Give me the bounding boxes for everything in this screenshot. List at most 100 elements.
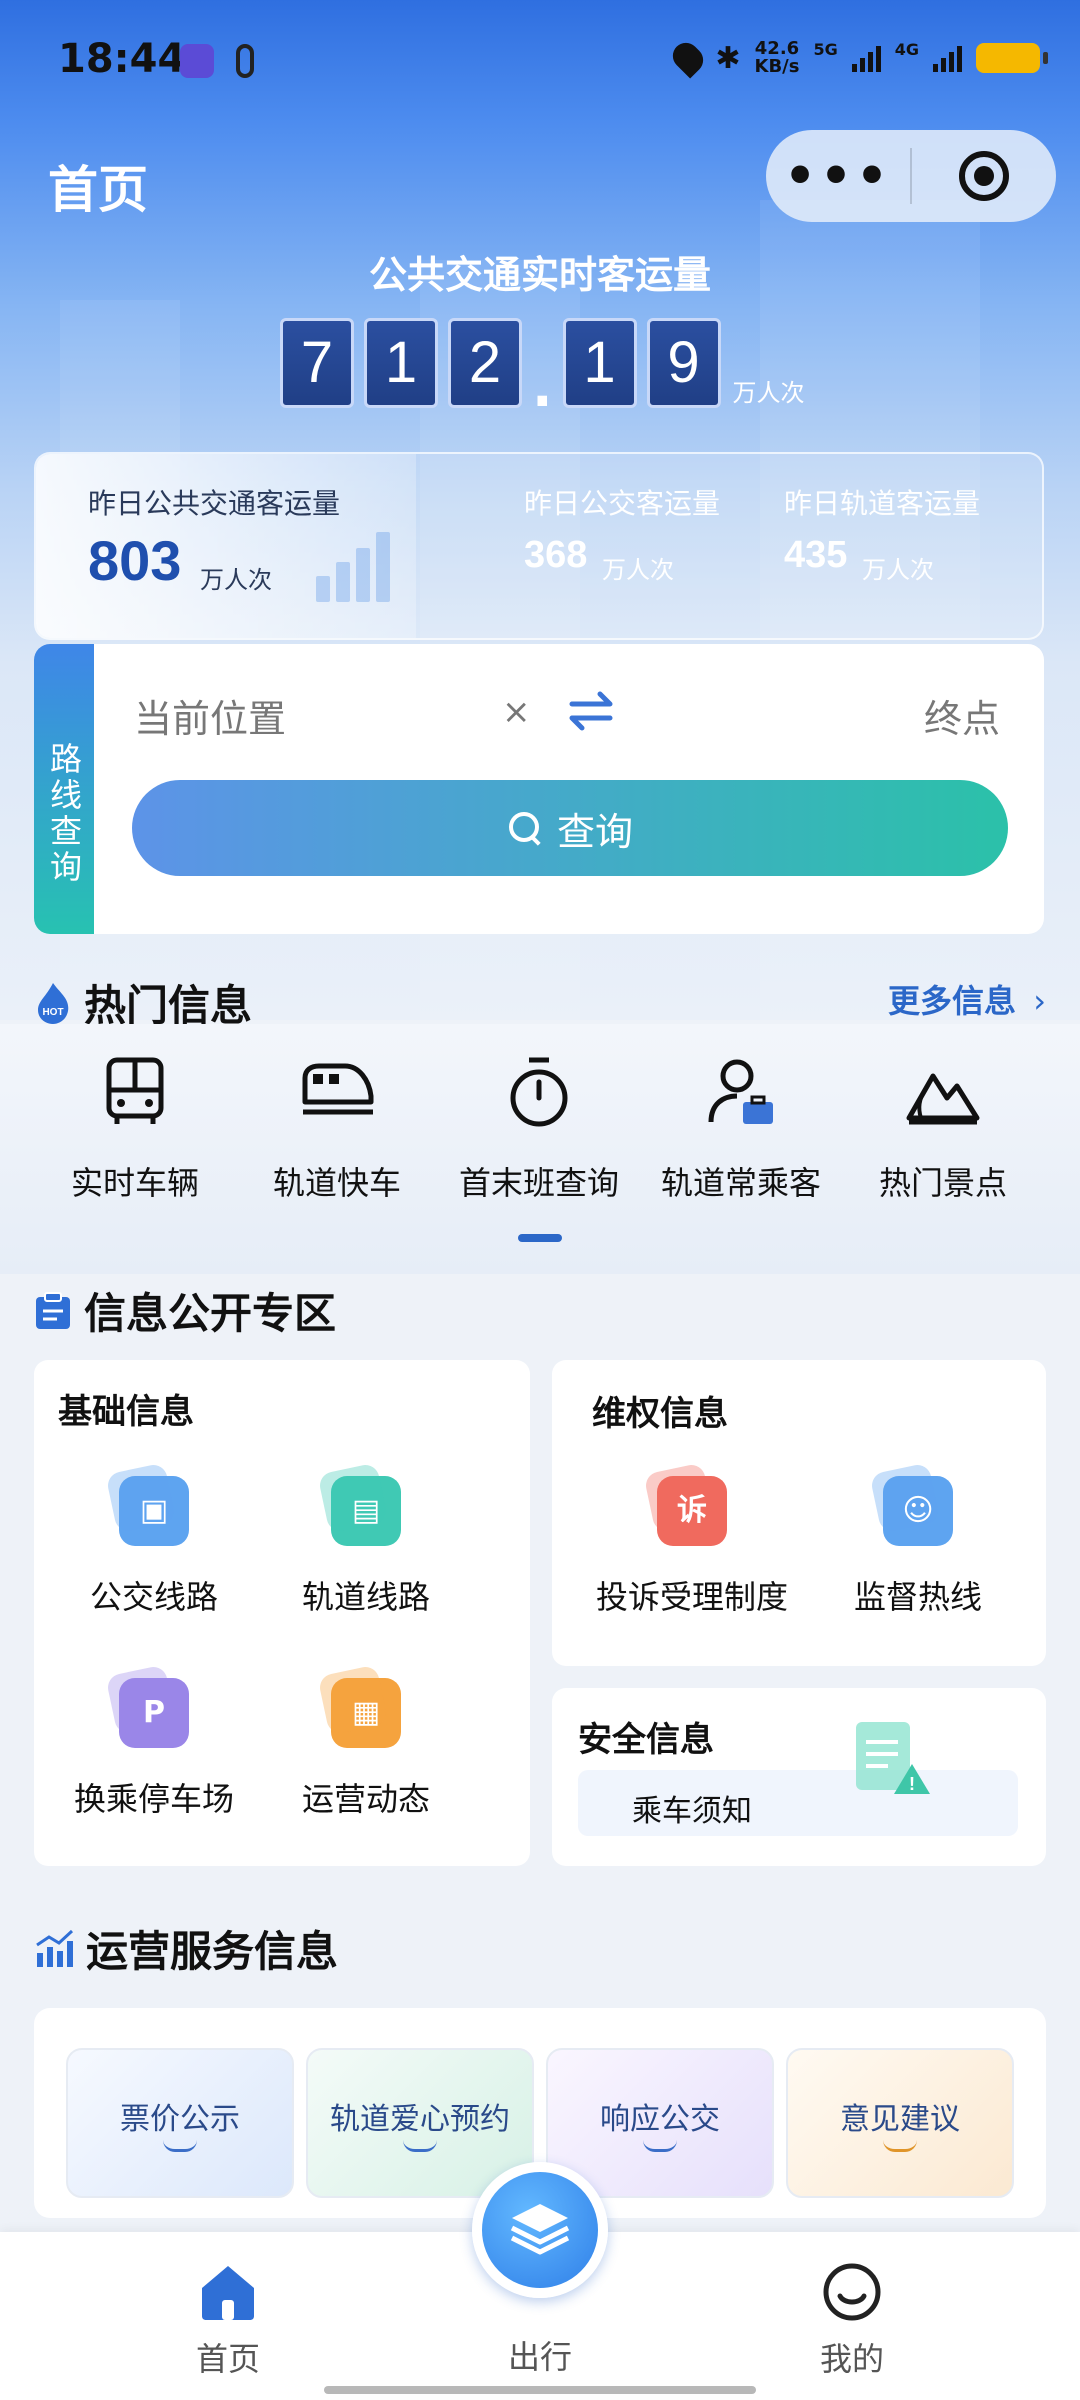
app-notification-icon (180, 44, 214, 78)
realtime-counter: 7 1 2 . 1 9 万人次 (280, 318, 805, 419)
hot-item-label: 实时车辆 (70, 1164, 199, 1202)
tile-label: 运营动态 (301, 1780, 430, 1818)
hot-flame-icon: HOT (38, 982, 69, 1024)
total-value: 803 (88, 529, 182, 592)
hot-item-rail-express[interactable]: 轨道快车 (232, 1052, 442, 1204)
news-icon: ▦ (331, 1678, 401, 1748)
close-miniapp-button[interactable] (912, 151, 1056, 201)
tile-label: 换乘停车场 (73, 1780, 234, 1818)
hot-item-label: 首末班查询 (458, 1164, 619, 1202)
more-info-link[interactable]: 更多信息 › (888, 976, 1046, 1022)
signal-icon-2 (933, 44, 962, 72)
service-title: 运营服务信息 (86, 1927, 339, 1976)
bus-label: 昨日公交客运量 (524, 487, 721, 520)
tile-complaint[interactable]: 诉 投诉受理制度 (572, 1476, 812, 1618)
service-label: 响应公交 (600, 2102, 720, 2137)
tile-hotline[interactable]: ☺ 监督热线 (818, 1476, 1018, 1618)
target-icon (959, 151, 1009, 201)
rail-route-icon: ▤ (331, 1476, 401, 1546)
ride-notice-item[interactable]: 乘车须知 (578, 1770, 1018, 1836)
query-button[interactable]: 查询 (132, 780, 1008, 876)
counter-separator: . (532, 356, 553, 419)
realtime-title: 公共交通实时客运量 (368, 253, 711, 297)
hot-item-realtime-bus[interactable]: 实时车辆 (30, 1052, 240, 1204)
more-info-label: 更多信息 (888, 982, 1017, 1020)
document-warning-icon: ! (856, 1722, 930, 1794)
tab-label: 出行 (507, 2338, 572, 2376)
bus-unit: 万人次 (602, 556, 674, 584)
tile-label: 轨道线路 (301, 1578, 430, 1616)
service-feedback[interactable]: 意见建议 (786, 2048, 1014, 2198)
tile-operation-news[interactable]: ▦ 运营动态 (266, 1678, 466, 1820)
disclosure-section-header: 信息公开专区 (34, 1280, 336, 1341)
origin-field[interactable]: 当前位置 (134, 688, 286, 743)
more-menu-button[interactable]: ••• (766, 151, 910, 201)
net-type-1: 5G (813, 40, 838, 59)
smile-decoration (643, 2140, 677, 2152)
counter-digit: 9 (646, 318, 721, 408)
travel-fab-button[interactable] (472, 2162, 608, 2298)
tile-park-ride[interactable]: P 换乘停车场 (54, 1678, 254, 1820)
bar-chart-icon (36, 1929, 74, 1967)
counter-digit: 2 (448, 318, 522, 408)
basic-info-card: 基础信息 ▣ 公交线路 ▤ 轨道线路 P 换乘停车场 ▦ 运营动态 (34, 1360, 530, 1866)
service-label: 轨道爱心预约 (330, 2102, 510, 2137)
battery-icon (976, 43, 1048, 73)
hot-item-frequent-rider[interactable]: 轨道常乘客 (636, 1052, 846, 1204)
query-label: 查询 (556, 809, 633, 854)
service-fare[interactable]: 票价公示 (66, 2048, 294, 2198)
signal-icon (851, 44, 881, 72)
route-query-tab[interactable]: 路线查询 (34, 644, 94, 934)
park-ride-icon: P (119, 1678, 189, 1748)
layers-icon (510, 2204, 570, 2255)
chevron-right-icon: › (1033, 982, 1046, 1020)
home-icon (202, 2266, 254, 2320)
stopwatch-icon (510, 1057, 568, 1127)
carousel-indicator (518, 1234, 562, 1242)
rights-info-title: 维权信息 (592, 1394, 728, 1434)
net-speed: 42.6 KB/s (754, 38, 800, 77)
clear-origin-button[interactable]: × (502, 692, 531, 732)
status-time: 18:44 (58, 36, 186, 82)
status-icons: ✱ 42.6 KB/s 5G 4G (667, 37, 1048, 79)
train-icon (302, 1063, 374, 1115)
tab-travel[interactable]: 出行 (440, 2324, 640, 2378)
location-icon (667, 37, 709, 79)
tab-label: 首页 (195, 2340, 260, 2378)
tile-rail-route[interactable]: ▤ 轨道线路 (266, 1476, 466, 1618)
bluetooth-icon: ✱ (715, 40, 741, 76)
mountain-icon (906, 1073, 980, 1125)
smile-decoration (403, 2140, 437, 2152)
tile-label: 监督热线 (853, 1578, 982, 1616)
service-label: 意见建议 (840, 2102, 960, 2137)
yesterday-stats-card[interactable]: 昨日公共交通客运量 803 万人次 昨日公交客运量 368 万人次 昨日轨道客运… (34, 452, 1044, 640)
tab-home[interactable]: 首页 (128, 2262, 328, 2380)
tab-label: 我的 (819, 2340, 884, 2378)
clipboard-icon (36, 1291, 70, 1329)
search-icon (507, 810, 543, 846)
destination-field[interactable]: 终点 (924, 688, 1000, 743)
rail-value: 435 (784, 534, 848, 576)
link-icon (236, 44, 254, 78)
miniapp-capsule: ••• (766, 130, 1056, 222)
hot-item-first-last[interactable]: 首末班查询 (434, 1052, 644, 1204)
swap-icon[interactable] (558, 678, 624, 744)
tile-bus-route[interactable]: ▣ 公交线路 (54, 1476, 254, 1618)
disclosure-title: 信息公开专区 (84, 1289, 337, 1338)
smile-icon (823, 2263, 881, 2321)
total-label: 昨日公共交通客运量 (88, 487, 341, 520)
counter-digit: 1 (364, 318, 438, 408)
safety-info-title: 安全信息 (578, 1720, 714, 1760)
hotline-icon: ☺ (883, 1476, 953, 1546)
basic-info-title: 基础信息 (58, 1392, 194, 1432)
tab-mine[interactable]: 我的 (752, 2262, 952, 2380)
bus-route-icon: ▣ (119, 1476, 189, 1546)
counter-digit: 1 (562, 318, 637, 408)
rail-label: 昨日轨道客运量 (784, 487, 981, 520)
total-unit: 万人次 (200, 566, 272, 594)
commuter-icon (708, 1059, 773, 1124)
svg-text:HOT: HOT (42, 1007, 63, 1018)
smile-decoration (163, 2140, 197, 2152)
service-label: 票价公示 (120, 2102, 240, 2137)
hot-item-scenic[interactable]: 热门景点 (838, 1052, 1048, 1204)
